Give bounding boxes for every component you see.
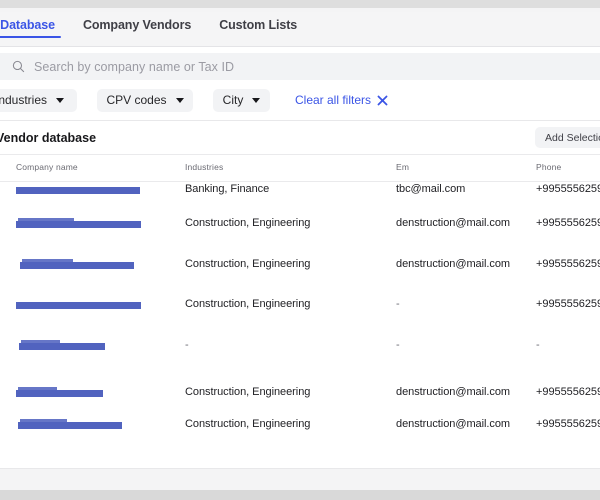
clear-all-filters-label: Clear all filters (295, 93, 372, 107)
column-header-email: Em (396, 162, 410, 172)
filter-chip-industries-label: Industries (0, 93, 48, 107)
vendor-database-panel: Vendor database Add Selection t Company … (0, 120, 600, 468)
filter-chip-cpv-codes-label: CPV codes (106, 93, 167, 107)
tab-list: r Database Company Vendors Custom Lists (0, 12, 311, 47)
cell-phone: - (536, 339, 540, 351)
close-x-icon (377, 95, 388, 105)
company-name-redacted (20, 259, 134, 269)
filter-chip-city-label: City (222, 93, 244, 107)
company-name-redacted (16, 218, 141, 228)
cell-email: denstruction@mail.com (396, 418, 511, 430)
table-row[interactable]: Construction, Engineering denstruction@ma… (0, 254, 600, 294)
company-name-redacted (19, 340, 105, 350)
cell-industries: Construction, Engineering (185, 418, 311, 430)
vendor-database-app: r Database Company Vendors Custom Lists … (0, 0, 600, 500)
cell-industries: Construction, Engineering (185, 217, 311, 229)
cell-email: - (396, 339, 400, 351)
chevron-down-icon (175, 97, 184, 103)
cell-industries: - (185, 339, 189, 351)
vendor-table: Company name Industries Em Phone Banking… (0, 154, 600, 430)
page-title: Vendor database (0, 130, 97, 145)
tab-vendor-database[interactable]: r Database (0, 12, 69, 47)
table-row[interactable]: Construction, Engineering denstruction@ma… (0, 213, 600, 253)
company-name-redacted (16, 302, 141, 309)
cell-phone: +99555562596 (536, 298, 600, 310)
column-header-industries: Industries (185, 162, 224, 172)
tab-company-vendors-label: Company Vendors (82, 18, 192, 32)
cell-industries: Construction, Engineering (185, 258, 311, 270)
window-chrome-bottom (0, 490, 600, 500)
cell-email: denstruction@mail.com (396, 258, 511, 270)
tab-custom-lists-label: Custom Lists (219, 18, 298, 32)
company-name-redacted (18, 419, 122, 429)
cell-phone: +99555562596 (536, 258, 600, 270)
add-selection-button[interactable]: Add Selection t (535, 127, 600, 148)
cell-industries: Construction, Engineering (185, 298, 311, 310)
filter-chip-industries[interactable]: Industries (0, 88, 77, 112)
cell-email: denstruction@mail.com (396, 217, 511, 229)
table-header-row: Company name Industries Em Phone (0, 154, 600, 182)
search-icon (12, 60, 25, 73)
chevron-down-icon (252, 97, 261, 103)
tab-vendor-database-label: r Database (0, 18, 55, 32)
cell-phone: +99555562596 (536, 418, 600, 430)
tab-bar: r Database Company Vendors Custom Lists (0, 12, 600, 47)
cell-email: - (396, 298, 400, 310)
cell-phone: +99555562596 (536, 386, 600, 398)
cell-phone: +99555562596 (536, 183, 600, 195)
tab-company-vendors[interactable]: Company Vendors (69, 12, 205, 47)
tab-custom-lists[interactable]: Custom Lists (205, 12, 311, 47)
table-row[interactable]: Construction, Engineering - +99555562596 (0, 294, 600, 334)
column-header-company-name: Company name (16, 162, 78, 172)
filter-row: Industries CPV codes City Clear all filt… (0, 80, 600, 120)
cell-email: tbc@mail.com (396, 183, 466, 195)
panel-header: Vendor database Add Selection t (0, 121, 600, 154)
table-row[interactable]: Construction, Engineering denstruction@ma… (0, 414, 600, 454)
search-input[interactable]: Search by company name or Tax ID (0, 53, 600, 80)
filter-chip-city[interactable]: City (213, 88, 270, 112)
search-placeholder: Search by company name or Tax ID (34, 59, 235, 74)
table-row[interactable]: --- (0, 335, 600, 375)
cell-email: denstruction@mail.com (396, 386, 511, 398)
window-chrome-bottom-light (0, 468, 600, 490)
column-header-phone: Phone (536, 162, 562, 172)
cell-industries: Construction, Engineering (185, 386, 311, 398)
company-name-redacted (16, 387, 103, 397)
cell-phone: +99555562596 (536, 217, 600, 229)
filter-chip-cpv-codes[interactable]: CPV codes (97, 88, 193, 112)
clear-all-filters-button[interactable]: Clear all filters (295, 93, 388, 107)
cell-industries: Banking, Finance (185, 183, 270, 195)
company-name-redacted (16, 187, 140, 194)
window-chrome-top (0, 0, 600, 8)
chevron-down-icon (56, 97, 65, 103)
